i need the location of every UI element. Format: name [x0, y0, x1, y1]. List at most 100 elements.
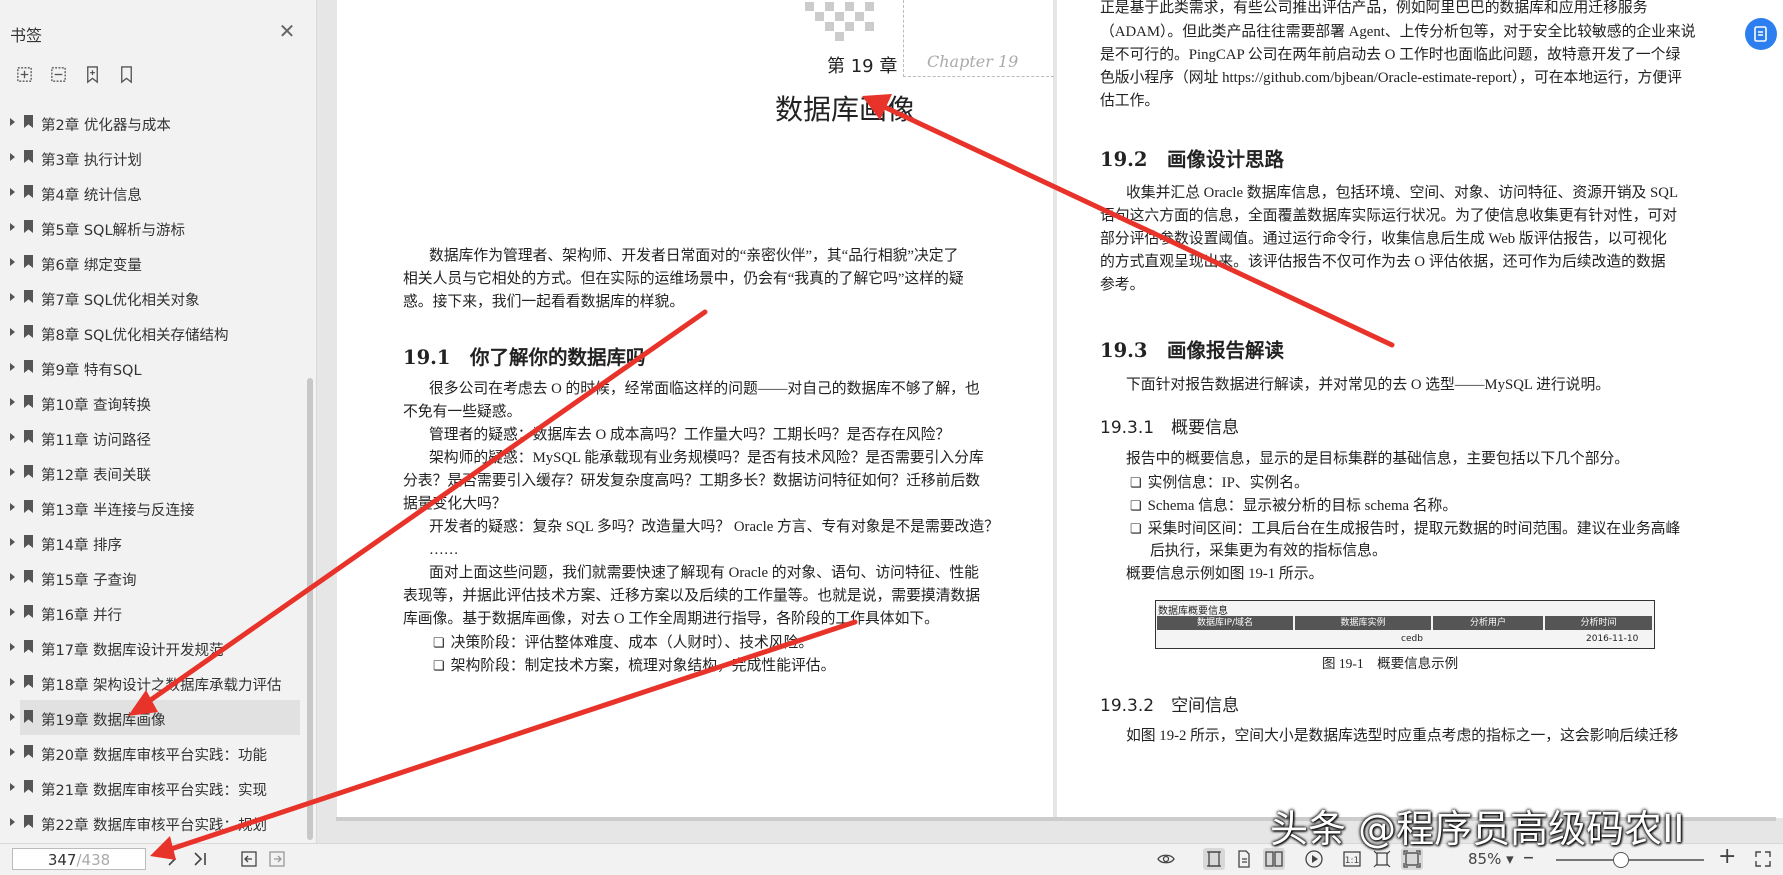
expand-arrow-icon[interactable]	[10, 643, 15, 651]
bookmark-item[interactable]: 第20章 数据库审核平台实践：功能	[0, 735, 304, 770]
paragraph: 数据库作为管理者、架构师、开发者日常面对的“亲密伙伴”，其“品行相貌”决定了	[429, 248, 959, 264]
pdf-page-left: 第 19 章 Chapter 19 数据库画像 数据库作为管理者、架构师、开发者…	[337, 0, 1054, 818]
expand-arrow-icon[interactable]	[10, 608, 15, 616]
bookmark-icon	[24, 325, 33, 338]
close-icon[interactable]: ✕	[278, 21, 296, 41]
bookmark-item[interactable]: 第18章 架构设计之数据库承载力评估	[0, 665, 304, 700]
pdf-page-right: 正是基于此类需求，有些公司推出评估产品，例如阿里巴巴的数据库和应用迁移服务 （A…	[1057, 0, 1783, 818]
bookmark-label: 第9章 特有SQL	[41, 363, 142, 379]
bookmark-label: 第6章 绑定变量	[41, 258, 142, 274]
bookmark-icon	[24, 430, 33, 443]
bookmark-item[interactable]: 第2章 优化器与成本	[0, 105, 304, 140]
expand-arrow-icon[interactable]	[10, 258, 15, 266]
expand-arrow-icon[interactable]	[10, 468, 15, 476]
forward-icon[interactable]	[266, 848, 288, 870]
paragraph: 面对上面这些问题，我们就需要快速了解现有 Oracle 的对象、语句、访问特征、…	[429, 565, 979, 581]
fullscreen-icon[interactable]	[1752, 848, 1774, 870]
expand-arrow-icon[interactable]	[10, 573, 15, 581]
paragraph: ……	[429, 542, 459, 558]
paragraph: 库画像。基于数据库画像，对去 O 工作全周期进行指导，各阶段的工作具体如下。	[403, 611, 939, 627]
bookmark-item[interactable]: 第14章 排序	[0, 525, 304, 560]
paragraph: 惑。接下来，我们一起看看数据库的样貌。	[403, 294, 685, 310]
sidebar-scrollbar[interactable]	[307, 378, 313, 840]
expand-arrow-icon[interactable]	[10, 713, 15, 721]
expand-arrow-icon[interactable]	[10, 678, 15, 686]
svg-text:1:1: 1:1	[1345, 856, 1359, 866]
bookmark-label: 第12章 表间关联	[41, 468, 152, 484]
expand-arrow-icon[interactable]	[10, 363, 15, 371]
page-number-input[interactable]: 347/438	[12, 848, 146, 870]
back-icon[interactable]	[238, 848, 260, 870]
collapse-all-icon[interactable]	[48, 64, 68, 84]
bookmark-item[interactable]: 第10章 查询转换	[0, 385, 304, 420]
bookmark-item[interactable]: 第11章 访问路径	[0, 420, 304, 455]
expand-arrow-icon[interactable]	[10, 118, 15, 126]
expand-arrow-icon[interactable]	[10, 783, 15, 791]
zoom-slider[interactable]	[1556, 859, 1704, 861]
bookmark-item[interactable]: 第15章 子查询	[0, 560, 304, 595]
figure-table-cell	[1160, 632, 1290, 646]
figure-table-header: 分析用户	[1433, 616, 1543, 630]
expand-arrow-icon[interactable]	[10, 818, 15, 826]
bookmark-icon	[24, 395, 33, 408]
figure-table-cell: cedb	[1401, 634, 1423, 644]
document-tool-icon[interactable]	[1745, 18, 1777, 50]
paragraph: 估工作。	[1100, 93, 1160, 109]
single-page-icon[interactable]	[1203, 848, 1225, 870]
expand-arrow-icon[interactable]	[10, 503, 15, 511]
continuous-page-icon[interactable]	[1233, 848, 1255, 870]
bookmark-icon	[24, 220, 33, 233]
bookmark-item[interactable]: 第13章 半连接与反连接	[0, 490, 304, 525]
bookmark-icon	[24, 150, 33, 163]
expand-arrow-icon[interactable]	[10, 293, 15, 301]
expand-arrow-icon[interactable]	[10, 433, 15, 441]
bookmark-icon	[24, 535, 33, 548]
bookmark-item[interactable]: 第7章 SQL优化相关对象	[0, 280, 304, 315]
bookmark-item[interactable]: 第22章 数据库审核平台实践：规划	[0, 805, 304, 840]
expand-arrow-icon[interactable]	[10, 223, 15, 231]
next-page-icon[interactable]	[161, 848, 183, 870]
bookmark-item[interactable]: 第6章 绑定变量	[0, 245, 304, 280]
subsection-heading: 19.3.2 空间信息	[1100, 696, 1240, 716]
bookmark-label: 第22章 数据库审核平台实践：规划	[41, 818, 268, 834]
zoom-slider-thumb[interactable]	[1612, 852, 1629, 868]
expand-arrow-icon[interactable]	[10, 328, 15, 336]
bookmark-item[interactable]: 第12章 表间关联	[0, 455, 304, 490]
bookmark-item[interactable]: 第5章 SQL解析与游标	[0, 210, 304, 245]
bookmark-item[interactable]: 第8章 SQL优化相关存储结构	[0, 315, 304, 350]
bookmark-item[interactable]: 第9章 特有SQL	[0, 350, 304, 385]
bookmark-item[interactable]: 第17章 数据库设计开发规范	[0, 630, 304, 665]
bookmark-item[interactable]: 第3章 执行计划	[0, 140, 304, 175]
expand-arrow-icon[interactable]	[10, 748, 15, 756]
bookmark-icon[interactable]	[116, 64, 136, 84]
expand-arrow-icon[interactable]	[10, 153, 15, 161]
paragraph: 很多公司在考虑去 O 的时候，经常面临这样的问题——对自己的数据库不够了解，也	[429, 381, 980, 397]
bookmark-item[interactable]: 第19章 数据库画像	[10, 700, 300, 735]
expand-arrow-icon[interactable]	[10, 398, 15, 406]
figure-table-title: 数据库概要信息	[1158, 606, 1228, 617]
bookmark-item[interactable]: 第21章 数据库审核平台实践：实现	[0, 770, 304, 805]
expand-all-icon[interactable]	[14, 64, 34, 84]
last-page-icon[interactable]	[189, 848, 211, 870]
bookmark-label: 第10章 查询转换	[41, 398, 152, 414]
bookmark-label: 第3章 执行计划	[41, 153, 142, 169]
zoom-in-button[interactable]: +	[1718, 844, 1736, 869]
paragraph: 概要信息示例如图 19-1 所示。	[1126, 566, 1324, 582]
chapter-number: 第 19 章	[827, 56, 898, 77]
bookmark-list: 第2章 优化器与成本第3章 执行计划 第4章 统计信息第5章 SQL解析与游标第6…	[0, 105, 304, 840]
paragraph: 分表？是否需要引入缓存？研发复杂度高吗？工期多长？数据访问特征如何？迁移前后数	[403, 473, 981, 489]
subsection-heading: 19.3.1 概要信息	[1100, 418, 1240, 438]
paragraph: （ADAM）。但此类产品往往需要部署 Agent、上传分析包等，对于安全比较敏感…	[1100, 24, 1696, 40]
bookmark-item[interactable]: 第4章 统计信息	[0, 175, 304, 210]
watermark: 头条 @程序员高级码农II	[1270, 807, 1685, 851]
add-bookmark-icon[interactable]	[82, 64, 102, 84]
bookmark-label: 第4章 统计信息	[41, 188, 142, 204]
bookmark-item[interactable]: 第16章 并行	[0, 595, 304, 630]
section-heading: 19.3 画像报告解读	[1100, 339, 1284, 362]
expand-arrow-icon[interactable]	[10, 188, 15, 196]
bookmark-icon	[24, 605, 33, 618]
eye-icon[interactable]	[1155, 848, 1177, 870]
expand-arrow-icon[interactable]	[10, 538, 15, 546]
chapter-english: Chapter 19	[927, 52, 1019, 71]
bookmark-label: 第15章 子查询	[41, 573, 137, 589]
